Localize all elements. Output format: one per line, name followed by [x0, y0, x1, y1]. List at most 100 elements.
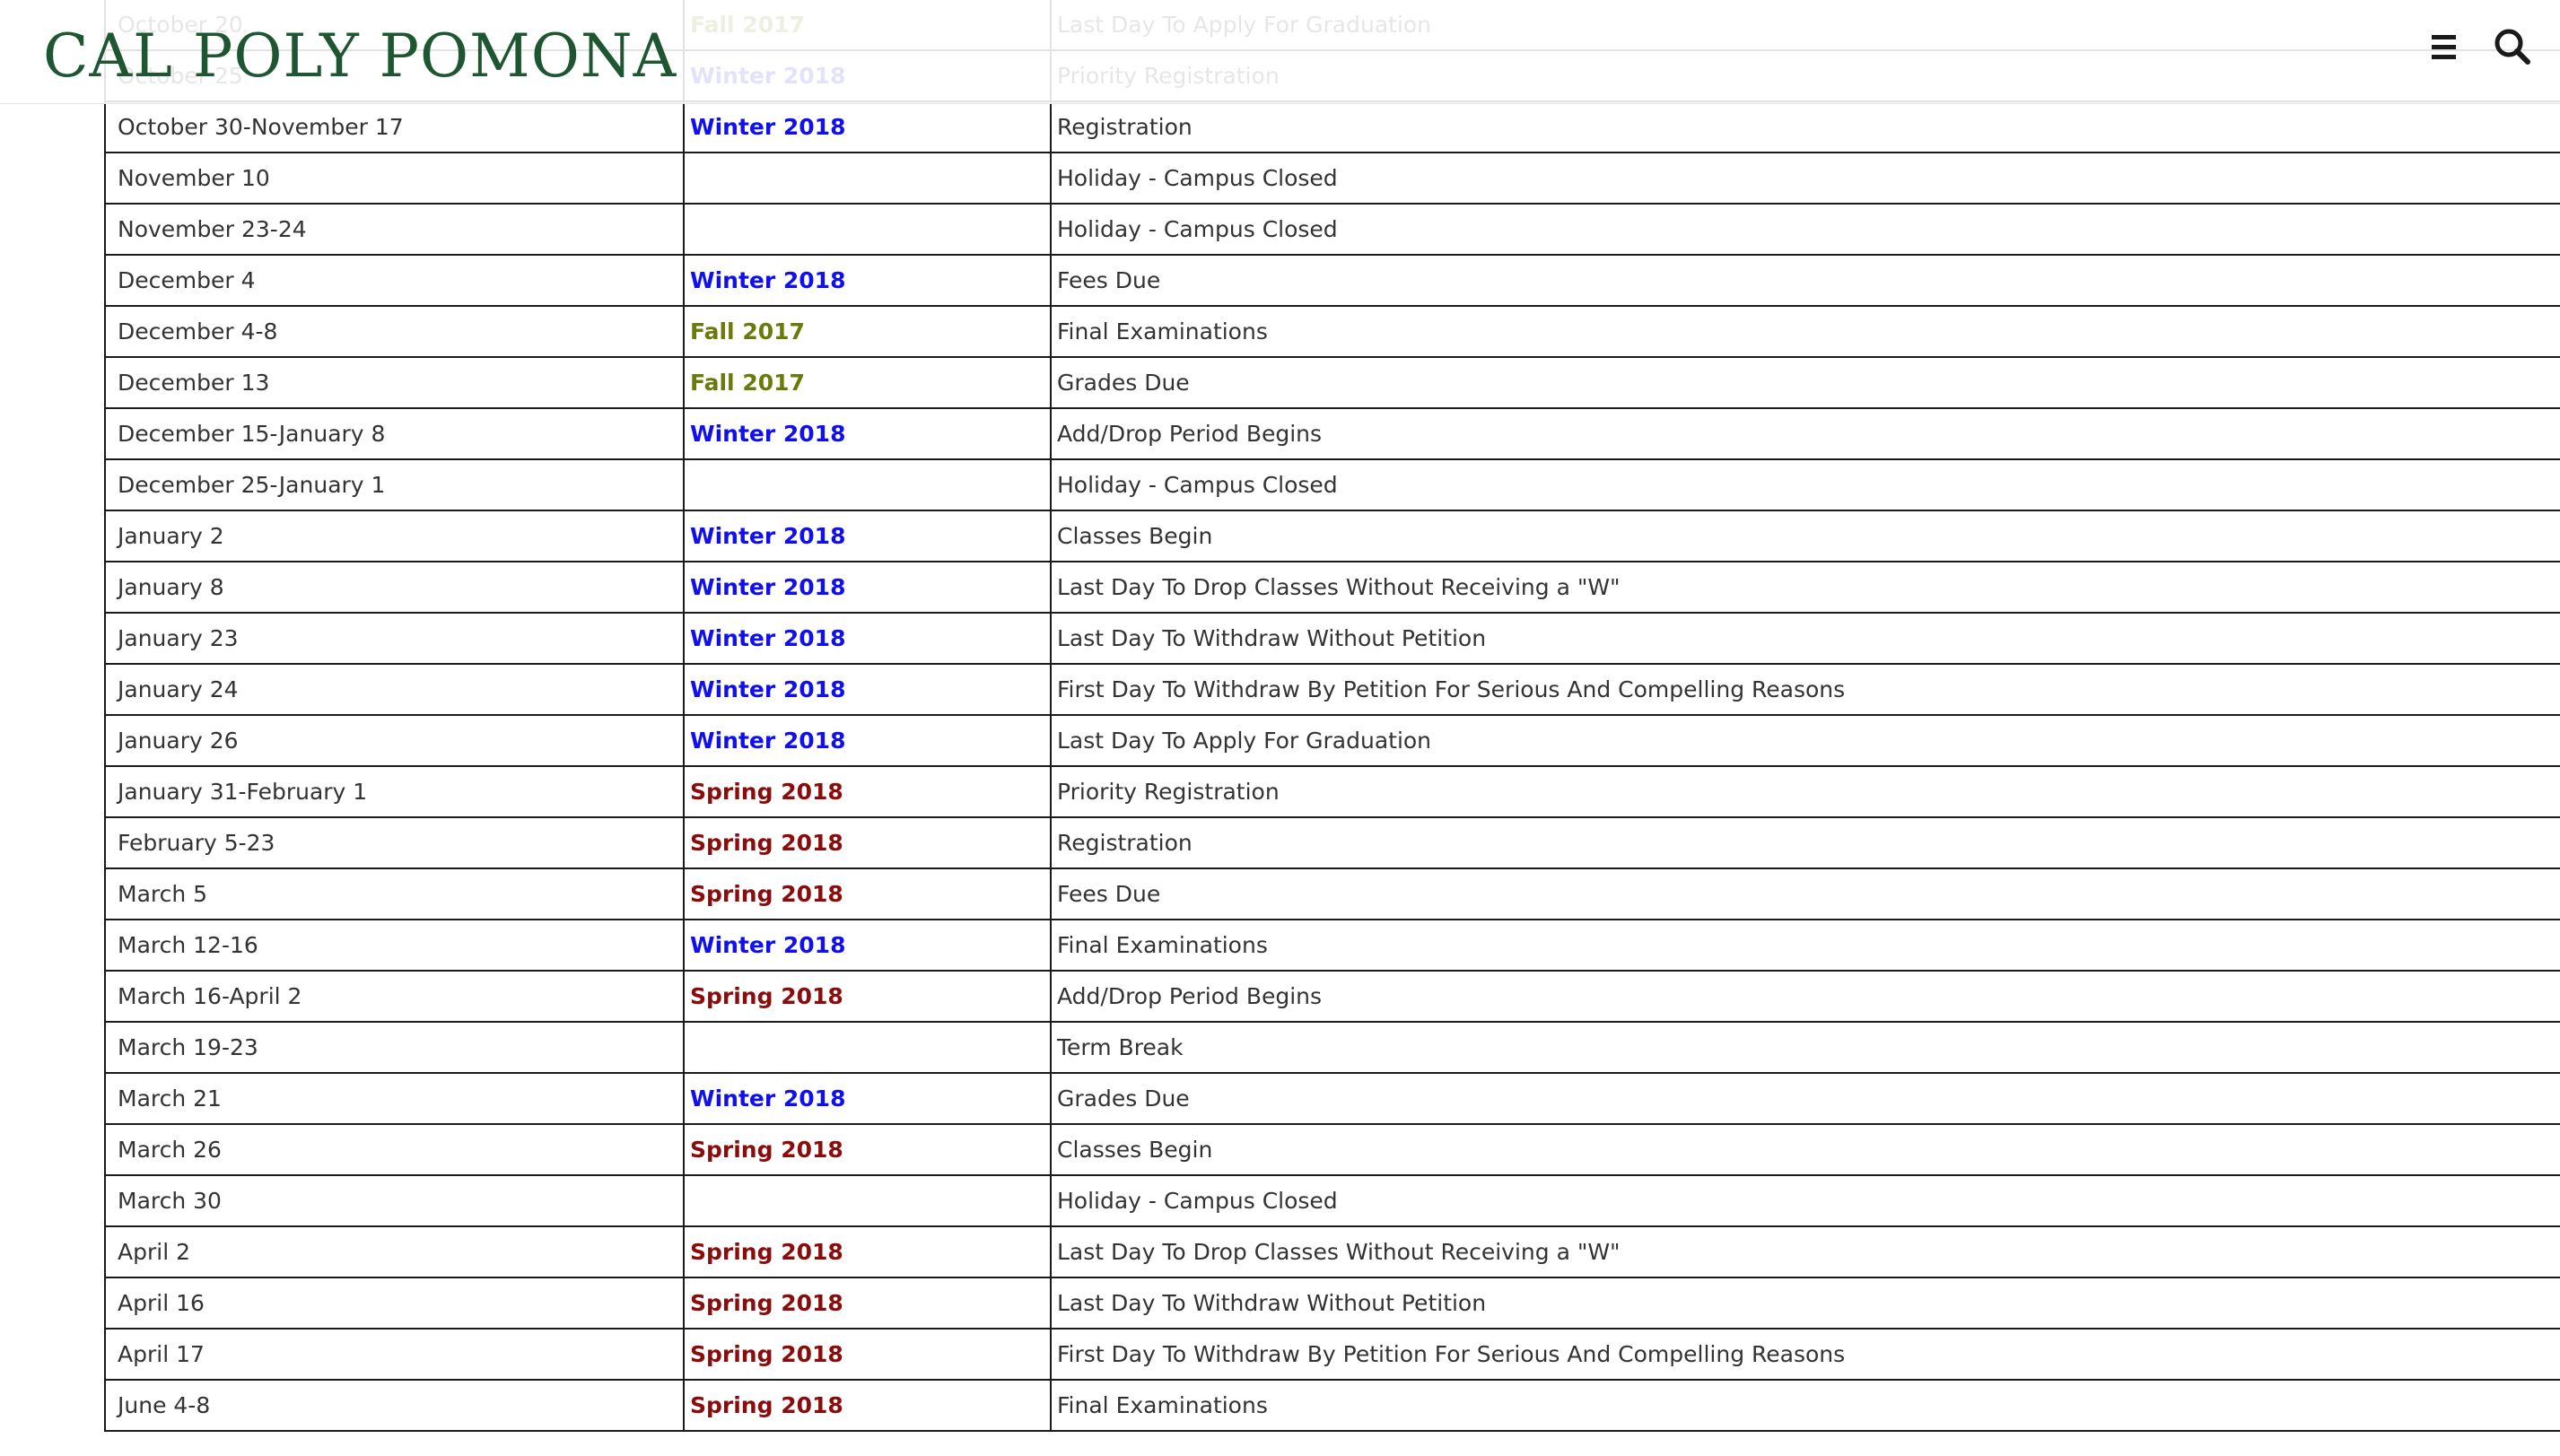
- calendar-row: March 21 Winter 2018 Grades Due: [104, 1073, 2560, 1125]
- event-cell: Grades Due: [1050, 357, 2560, 409]
- date-cell: April 17: [104, 1329, 684, 1381]
- hamburger-menu-icon[interactable]: [2423, 27, 2466, 70]
- term-cell: [683, 204, 1051, 256]
- calendar-row: November 10 Holiday - Campus Closed: [104, 153, 2560, 205]
- term-cell: [683, 1175, 1051, 1227]
- event-cell: Add/Drop Period Begins: [1050, 408, 2560, 460]
- date-cell: December 4-8: [104, 306, 684, 358]
- term-cell: Winter 2018: [683, 562, 1051, 614]
- date-cell: January 24: [104, 664, 684, 716]
- event-cell: Last Day To Withdraw Without Petition: [1050, 1277, 2560, 1330]
- event-cell: Last Day To Withdraw Without Petition: [1050, 613, 2560, 665]
- event-cell: First Day To Withdraw By Petition For Se…: [1050, 664, 2560, 716]
- university-logo[interactable]: CAL POLY POMONA: [43, 20, 677, 93]
- term-cell: Spring 2018: [683, 766, 1051, 818]
- date-cell: January 31-February 1: [104, 766, 684, 818]
- event-cell: Last Day To Drop Classes Without Receivi…: [1050, 562, 2560, 614]
- date-cell: June 4-8: [104, 1380, 684, 1432]
- date-cell: December 25-January 1: [104, 459, 684, 511]
- calendar-row: January 24 Winter 2018 First Day To Withdr…: [104, 664, 2560, 716]
- event-cell: Fees Due: [1050, 868, 2560, 920]
- term-cell: Fall 2017: [683, 306, 1051, 358]
- calendar-row: April 16 Spring 2018 Last Day To Withdraw …: [104, 1277, 2560, 1330]
- term-cell: Fall 2017: [683, 357, 1051, 409]
- date-cell: November 23-24: [104, 204, 684, 256]
- term-cell: Spring 2018: [683, 1124, 1051, 1176]
- event-cell: Holiday - Campus Closed: [1050, 459, 2560, 511]
- date-cell: November 10: [104, 153, 684, 205]
- calendar-table-body: October 20Fall 2017Last Day To Apply For…: [104, 0, 2560, 1432]
- term-cell: Winter 2018: [683, 613, 1051, 665]
- calendar-row: October 30-November 17 Winter 2018 Registr…: [104, 101, 2560, 153]
- event-cell: Registration: [1050, 817, 2560, 869]
- term-cell: Spring 2018: [683, 971, 1051, 1023]
- term-cell: Winter 2018: [683, 664, 1051, 716]
- term-cell: Winter 2018: [683, 510, 1051, 562]
- date-cell: March 12-16: [104, 920, 684, 972]
- calendar-row: February 5-23 Spring 2018 Registration: [104, 817, 2560, 869]
- calendar-row: December 15-January 8 Winter 2018 Add/Drop…: [104, 408, 2560, 460]
- date-cell: April 2: [104, 1226, 684, 1278]
- event-cell: Holiday - Campus Closed: [1050, 1175, 2560, 1227]
- term-cell: [683, 153, 1051, 205]
- date-cell: March 21: [104, 1073, 684, 1125]
- term-cell: Winter 2018: [683, 408, 1051, 460]
- event-cell: Priority Registration: [1050, 766, 2560, 818]
- date-cell: December 4: [104, 255, 684, 307]
- search-icon[interactable]: [2491, 25, 2536, 70]
- event-cell: Classes Begin: [1050, 510, 2560, 562]
- calendar-row: December 13 Fall 2017 Grades Due: [104, 357, 2560, 409]
- event-cell: Last Day To Apply For Graduation: [1050, 715, 2560, 767]
- calendar-row: April 17 Spring 2018 First Day To Withdraw…: [104, 1329, 2560, 1381]
- calendar-row: December 25-January 1 Holiday - Campus Cl…: [104, 459, 2560, 511]
- date-cell: October 30-November 17: [104, 101, 684, 153]
- date-cell: March 30: [104, 1175, 684, 1227]
- date-cell: April 16: [104, 1277, 684, 1330]
- term-cell: Spring 2018: [683, 1226, 1051, 1278]
- calendar-row: January 8 Winter 2018 Last Day To Drop Cla…: [104, 562, 2560, 614]
- calendar-row: April 2 Spring 2018 Last Day To Drop Class…: [104, 1226, 2560, 1278]
- calendar-row: June 4-8 Spring 2018 Final Examinations: [104, 1380, 2560, 1432]
- calendar-row: March 26 Spring 2018 Classes Begin: [104, 1124, 2560, 1176]
- event-cell: Grades Due: [1050, 1073, 2560, 1125]
- event-cell: Final Examinations: [1050, 306, 2560, 358]
- date-cell: January 2: [104, 510, 684, 562]
- date-cell: December 15-January 8: [104, 408, 684, 460]
- date-cell: December 13: [104, 357, 684, 409]
- page: October 20Fall 2017Last Day To Apply For…: [0, 0, 2560, 1456]
- calendar-row: March 30 Holiday - Campus Closed: [104, 1175, 2560, 1227]
- calendar-row: January 2 Winter 2018 Classes Begin: [104, 510, 2560, 562]
- term-cell: Winter 2018: [683, 920, 1051, 972]
- event-cell: Registration: [1050, 101, 2560, 153]
- event-cell: Holiday - Campus Closed: [1050, 153, 2560, 205]
- date-cell: February 5-23: [104, 817, 684, 869]
- date-cell: March 19-23: [104, 1022, 684, 1074]
- date-cell: January 26: [104, 715, 684, 767]
- site-header: CAL POLY POMONA: [0, 0, 2560, 104]
- calendar-row: January 31-February 1 Spring 2018 Priority…: [104, 766, 2560, 818]
- event-cell: Add/Drop Period Begins: [1050, 971, 2560, 1023]
- date-cell: January 23: [104, 613, 684, 665]
- term-cell: Spring 2018: [683, 1329, 1051, 1381]
- event-cell: First Day To Withdraw By Petition For Se…: [1050, 1329, 2560, 1381]
- calendar-row: March 12-16 Winter 2018 Final Examinations: [104, 920, 2560, 972]
- term-cell: Spring 2018: [683, 1277, 1051, 1330]
- event-cell: Last Day To Drop Classes Without Receivi…: [1050, 1226, 2560, 1278]
- calendar-row: November 23-24 Holiday - Campus Closed: [104, 204, 2560, 256]
- term-cell: Winter 2018: [683, 101, 1051, 153]
- event-cell: Classes Begin: [1050, 1124, 2560, 1176]
- event-cell: Holiday - Campus Closed: [1050, 204, 2560, 256]
- calendar-row: March 5 Spring 2018 Fees Due: [104, 868, 2560, 920]
- term-cell: Winter 2018: [683, 1073, 1051, 1125]
- event-cell: Term Break: [1050, 1022, 2560, 1074]
- calendar-row: December 4-8 Fall 2017 Final Examinations: [104, 306, 2560, 358]
- date-cell: January 8: [104, 562, 684, 614]
- term-cell: Winter 2018: [683, 715, 1051, 767]
- term-cell: Spring 2018: [683, 1380, 1051, 1432]
- date-cell: March 26: [104, 1124, 684, 1176]
- calendar-row: March 19-23 Term Break: [104, 1022, 2560, 1074]
- term-cell: Spring 2018: [683, 817, 1051, 869]
- term-cell: [683, 1022, 1051, 1074]
- term-cell: [683, 459, 1051, 511]
- calendar-row: January 23 Winter 2018 Last Day To Withdra…: [104, 613, 2560, 665]
